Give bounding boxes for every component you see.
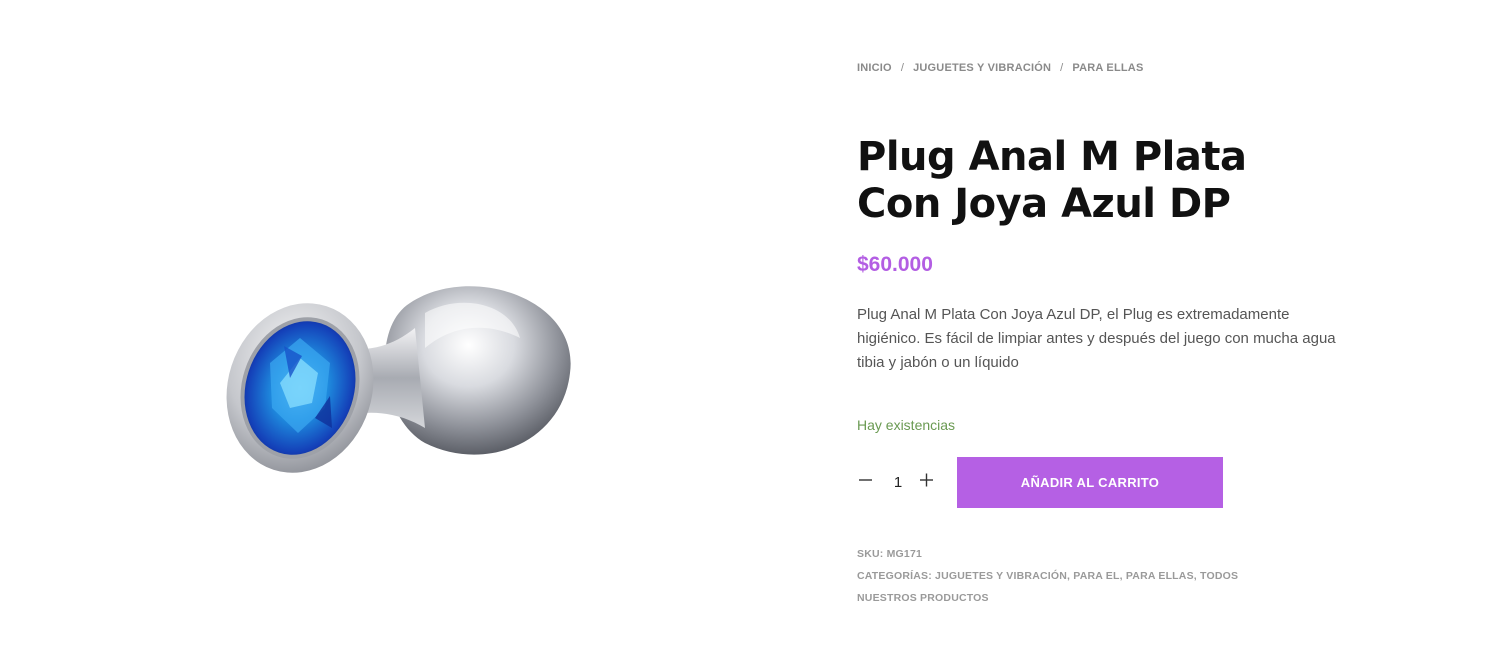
breadcrumb-home[interactable]: INICIO xyxy=(857,62,892,74)
product-gallery xyxy=(0,0,830,655)
breadcrumb: INICIO / JUGUETES Y VIBRACIÓN / PARA ELLAS xyxy=(857,62,1143,74)
product-meta: SKU: MG171 CATEGORÍAS: JUGUETES Y VIBRAC… xyxy=(857,543,1277,609)
category-link[interactable]: PARA EL xyxy=(1073,570,1119,582)
product-title: Plug Anal M Plata Con Joya Azul DP xyxy=(857,134,1247,227)
categories-label: CATEGORÍAS: xyxy=(857,570,932,582)
plus-icon[interactable] xyxy=(918,471,936,489)
quantity-stepper xyxy=(857,457,937,508)
add-to-cart-form: AÑADIR AL CARRITO xyxy=(857,457,1227,508)
minus-icon[interactable] xyxy=(857,471,875,489)
quantity-input[interactable] xyxy=(884,471,912,493)
category-link[interactable]: JUGUETES Y VIBRACIÓN xyxy=(935,570,1067,582)
product-price: $60.000 xyxy=(857,253,933,276)
sku-value: MG171 xyxy=(886,548,923,560)
categories-row: CATEGORÍAS: JUGUETES Y VIBRACIÓN, PARA E… xyxy=(857,570,1239,604)
breadcrumb-separator: / xyxy=(1060,62,1064,74)
product-description: Plug Anal M Plata Con Joya Azul DP, el P… xyxy=(857,306,1336,371)
category-link[interactable]: PARA ELLAS xyxy=(1126,570,1194,582)
sku-label: SKU: xyxy=(857,548,884,560)
breadcrumb-juguetes[interactable]: JUGUETES Y VIBRACIÓN xyxy=(913,62,1051,74)
stock-status: Hay existencias xyxy=(857,417,956,433)
breadcrumb-separator: / xyxy=(900,62,905,74)
add-to-cart-button[interactable]: AÑADIR AL CARRITO xyxy=(957,457,1223,508)
sku-row: SKU: MG171 xyxy=(857,543,1277,565)
product-image[interactable] xyxy=(220,268,590,508)
breadcrumb-para-ellas[interactable]: PARA ELLAS xyxy=(1072,62,1143,74)
